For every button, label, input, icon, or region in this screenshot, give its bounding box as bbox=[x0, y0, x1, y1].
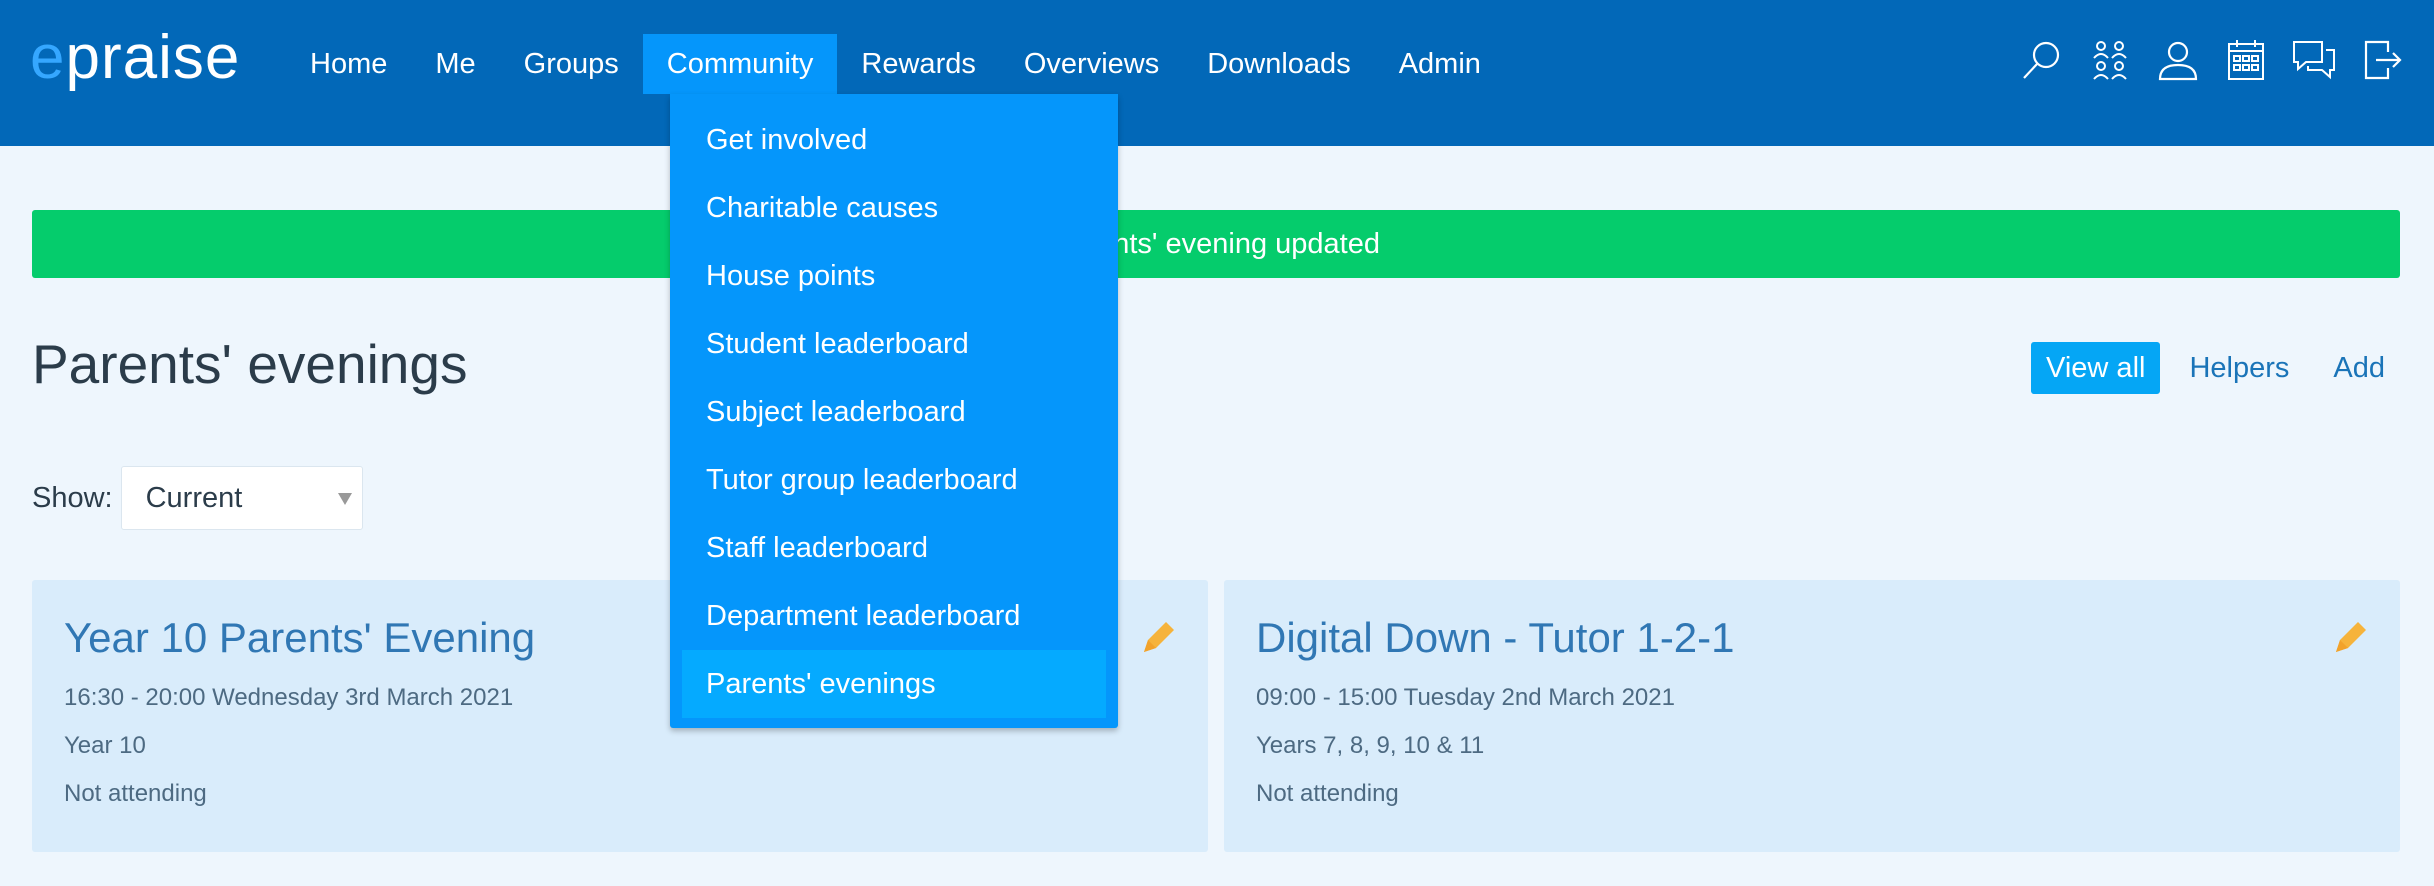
card-time: 09:00 - 15:00 Tuesday 2nd March 2021 bbox=[1256, 684, 1675, 711]
card-time: 16:30 - 20:00 Wednesday 3rd March 2021 bbox=[64, 684, 514, 711]
messages-icon[interactable] bbox=[2292, 38, 2336, 82]
nav-community[interactable]: Community bbox=[642, 34, 838, 94]
card-title[interactable]: Year 10 Parents' Evening bbox=[64, 614, 535, 662]
nav-rewards[interactable]: Rewards bbox=[837, 34, 999, 94]
menu-item-house-points[interactable]: House points bbox=[670, 242, 1118, 310]
card-status: Not attending bbox=[64, 780, 207, 807]
edit-pencil-icon[interactable] bbox=[1138, 618, 1178, 658]
show-select-value: Current bbox=[145, 482, 243, 514]
search-icon[interactable] bbox=[2020, 38, 2064, 82]
menu-item-tutor-group-leaderboard[interactable]: Tutor group leaderboard bbox=[670, 446, 1118, 514]
nav-home[interactable]: Home bbox=[286, 34, 411, 94]
page-title: Parents' evenings bbox=[32, 333, 468, 395]
logo-text: praise bbox=[65, 23, 241, 92]
calendar-icon[interactable] bbox=[2224, 38, 2268, 82]
menu-item-charitable-causes[interactable]: Charitable causes bbox=[670, 174, 1118, 242]
page-actions: View all Helpers Add bbox=[2031, 342, 2400, 394]
logout-icon[interactable] bbox=[2360, 38, 2404, 82]
show-select[interactable]: Current bbox=[120, 466, 363, 530]
nav-me[interactable]: Me bbox=[411, 34, 499, 94]
card-status: Not attending bbox=[1256, 780, 1399, 807]
edit-pencil-icon[interactable] bbox=[2330, 618, 2370, 658]
community-dropdown-menu: Get involved Charitable causes House poi… bbox=[670, 94, 1118, 728]
show-label: Show: bbox=[32, 481, 113, 514]
card-title[interactable]: Digital Down - Tutor 1-2-1 bbox=[1256, 614, 1735, 662]
menu-item-parents-evenings[interactable]: Parents' evenings bbox=[682, 650, 1106, 718]
main-nav: Home Me Groups Community Rewards Overvie… bbox=[286, 34, 1505, 94]
helpers-link[interactable]: Helpers bbox=[2174, 342, 2304, 394]
nav-downloads[interactable]: Downloads bbox=[1183, 34, 1374, 94]
top-navigation-bar: epraise Home Me Groups Community Rewards… bbox=[0, 0, 2434, 146]
menu-item-staff-leaderboard[interactable]: Staff leaderboard bbox=[670, 514, 1118, 582]
menu-item-department-leaderboard[interactable]: Department leaderboard bbox=[670, 582, 1118, 650]
user-icon[interactable] bbox=[2156, 38, 2200, 82]
parents-evening-card[interactable]: Digital Down - Tutor 1-2-1 09:00 - 15:00… bbox=[1224, 580, 2400, 852]
nav-admin[interactable]: Admin bbox=[1375, 34, 1505, 94]
nav-groups[interactable]: Groups bbox=[500, 34, 643, 94]
view-all-button[interactable]: View all bbox=[2031, 342, 2161, 394]
show-filter: Show: Current bbox=[32, 466, 363, 530]
logo-e: e bbox=[30, 23, 66, 92]
chevron-down-icon bbox=[337, 493, 352, 505]
header-icons bbox=[2020, 38, 2404, 82]
epraise-logo[interactable]: epraise bbox=[30, 22, 240, 93]
groups-icon[interactable] bbox=[2088, 38, 2132, 82]
card-group: Years 7, 8, 9, 10 & 11 bbox=[1256, 732, 1485, 759]
success-alert: Parents' evening updated bbox=[32, 210, 2400, 278]
nav-overviews[interactable]: Overviews bbox=[1000, 34, 1183, 94]
card-group: Year 10 bbox=[64, 732, 146, 759]
menu-item-subject-leaderboard[interactable]: Subject leaderboard bbox=[670, 378, 1118, 446]
add-link[interactable]: Add bbox=[2318, 342, 2400, 394]
menu-item-student-leaderboard[interactable]: Student leaderboard bbox=[670, 310, 1118, 378]
menu-item-get-involved[interactable]: Get involved bbox=[670, 106, 1118, 174]
